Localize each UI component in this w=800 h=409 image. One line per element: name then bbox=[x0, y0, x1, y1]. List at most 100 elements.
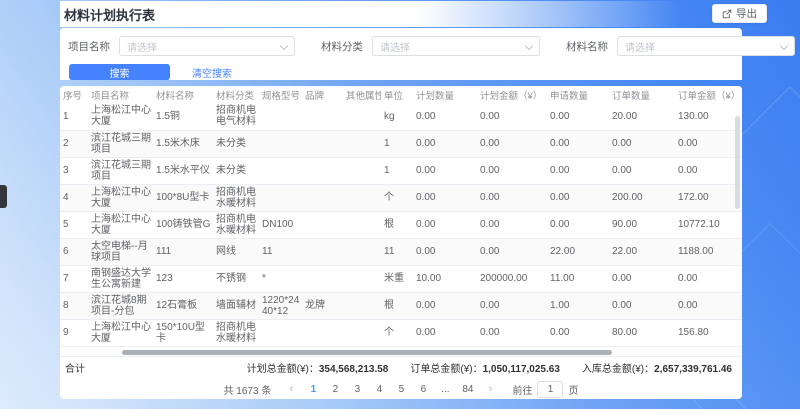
table-cell: kg bbox=[381, 103, 413, 130]
table-cell: 123 bbox=[153, 265, 213, 292]
column-header: 规格型号 bbox=[259, 86, 302, 103]
filter-label: 项目名称 bbox=[68, 39, 110, 54]
chevron-right-icon[interactable]: › bbox=[482, 381, 498, 397]
search-button[interactable]: 搜索 bbox=[69, 64, 170, 80]
table-cell: 墙面辅材 bbox=[213, 292, 259, 319]
table-cell: 0.00 bbox=[547, 103, 609, 130]
filter-label: 材料分类 bbox=[321, 39, 363, 54]
table-row: 2滨江花城三期项目1.5米木床未分类10.000.000.000.000.00 bbox=[60, 130, 742, 157]
table-cell: 0.00 bbox=[413, 157, 477, 184]
pagination-total: 共 1673 条 bbox=[224, 382, 272, 397]
table-cell bbox=[343, 211, 381, 238]
filter-actions: 搜索 清空搜索 bbox=[68, 64, 734, 80]
table-cell: 10772.10 bbox=[675, 211, 742, 238]
column-header: 申请数量 bbox=[547, 86, 609, 103]
table-cell: 0.00 bbox=[675, 157, 742, 184]
goto-page-input[interactable] bbox=[537, 381, 563, 398]
table-cell: 0.00 bbox=[675, 265, 742, 292]
table-cell: 0.00 bbox=[413, 319, 477, 346]
table-cell bbox=[259, 130, 302, 157]
goto-page-suffix: 页 bbox=[568, 382, 578, 397]
table-cell: 个 bbox=[381, 184, 413, 211]
table-cell: 龙牌 bbox=[302, 292, 343, 319]
table-header-row: 序号项目名称材料名称材料分类规格型号品牌其他属性单位计划数量计划金额（¥）申请数… bbox=[60, 86, 742, 103]
page-number-4[interactable]: 4 bbox=[371, 381, 387, 397]
page-number-2[interactable]: 2 bbox=[327, 381, 343, 397]
table-cell: 0.00 bbox=[609, 292, 675, 319]
table-row: 3滨江花城三期项目1.5米水平仪未分类10.000.000.000.000.00 bbox=[60, 157, 742, 184]
data-table-panel: 序号项目名称材料名称材料分类规格型号品牌其他属性单位计划数量计划金额（¥）申请数… bbox=[60, 86, 742, 399]
table-cell: 1.5铜 bbox=[153, 103, 213, 130]
table-cell bbox=[302, 184, 343, 211]
table-cell: 22.00 bbox=[547, 238, 609, 265]
table-cell: 0.00 bbox=[413, 184, 477, 211]
column-header: 其他属性 bbox=[343, 86, 381, 103]
table-cell: 0.00 bbox=[477, 292, 547, 319]
table-cell bbox=[302, 319, 343, 346]
table-cell: 11 bbox=[381, 238, 413, 265]
table-cell bbox=[343, 238, 381, 265]
table-cell: 200.00 bbox=[609, 184, 675, 211]
table-row: 6太空电梯--月球项目111网线11110.000.0022.0022.0011… bbox=[60, 238, 742, 265]
filter-select-2[interactable]: 请选择 bbox=[372, 36, 540, 56]
table-cell: 156.80 bbox=[675, 319, 742, 346]
table-cell: 0.00 bbox=[547, 184, 609, 211]
table-cell: 0.00 bbox=[547, 130, 609, 157]
page-number-3[interactable]: 3 bbox=[349, 381, 365, 397]
table-cell: 0.00 bbox=[547, 211, 609, 238]
table-cell bbox=[302, 265, 343, 292]
table-cell: 6 bbox=[60, 238, 88, 265]
table-cell bbox=[343, 103, 381, 130]
table-cell: 20.00 bbox=[609, 103, 675, 130]
table-cell: 滨江花城三期项目 bbox=[88, 130, 153, 157]
column-header: 计划数量 bbox=[413, 86, 477, 103]
table-cell: 根 bbox=[381, 292, 413, 319]
table-cell: 0.00 bbox=[477, 157, 547, 184]
table-cell bbox=[302, 130, 343, 157]
table-cell: 1188.00 bbox=[675, 238, 742, 265]
table-cell: 0.00 bbox=[413, 130, 477, 157]
table-row: 9上海松江中心大厦150*10U型卡招商机电 水暖材料个0.000.000.00… bbox=[60, 319, 742, 346]
summary-total-item: 订单总金额(¥)：1,050,117,025.63 bbox=[410, 360, 560, 375]
table-cell: 200000.00 bbox=[477, 265, 547, 292]
table-cell: 招商机电 水暖材料 bbox=[213, 319, 259, 346]
summary-row: 合计 计划总金额(¥)：354,568,213.58订单总金额(¥)：1,050… bbox=[60, 356, 742, 377]
total-label: 入库总金额(¥)： bbox=[582, 364, 654, 375]
page-number-list: 123456...84 bbox=[305, 381, 476, 397]
column-header: 品牌 bbox=[302, 86, 343, 103]
table-cell bbox=[343, 157, 381, 184]
filter-select-3[interactable]: 请选择 bbox=[617, 36, 795, 56]
table-cell: DN100 bbox=[259, 211, 302, 238]
total-value: 354,568,213.58 bbox=[319, 364, 389, 375]
page-number-6[interactable]: 6 bbox=[415, 381, 431, 397]
table-row: 5上海松江中心大厦100铸铁管G招商机电 水暖材料DN100根0.000.000… bbox=[60, 211, 742, 238]
vertical-scrollbar[interactable] bbox=[735, 116, 740, 209]
table-cell: 1 bbox=[381, 157, 413, 184]
clear-search-link[interactable]: 清空搜索 bbox=[192, 65, 232, 80]
table-cell: 滨江花城三期项目 bbox=[88, 157, 153, 184]
table-cell: 0.00 bbox=[675, 130, 742, 157]
horizontal-scrollbar[interactable] bbox=[122, 350, 612, 355]
table-cell: 0.00 bbox=[413, 292, 477, 319]
summary-totals: 计划总金额(¥)：354,568,213.58订单总金额(¥)：1,050,11… bbox=[247, 360, 732, 375]
filter-select-1[interactable]: 请选择 bbox=[119, 36, 295, 56]
export-button[interactable]: 导出 bbox=[712, 4, 767, 23]
select-placeholder: 请选择 bbox=[127, 39, 157, 54]
page-number-1[interactable]: 1 bbox=[305, 381, 321, 397]
table-cell: 不锈钢 bbox=[213, 265, 259, 292]
column-header: 项目名称 bbox=[88, 86, 153, 103]
title-bar: 材料计划执行表 bbox=[60, 1, 800, 27]
page-number-84[interactable]: 84 bbox=[459, 381, 476, 397]
page-number-5[interactable]: 5 bbox=[393, 381, 409, 397]
table-cell: 4 bbox=[60, 184, 88, 211]
table-cell: 1.5米木床 bbox=[153, 130, 213, 157]
table-cell: 8 bbox=[60, 292, 88, 319]
table-cell: 130.00 bbox=[675, 103, 742, 130]
chevron-left-icon[interactable]: ‹ bbox=[283, 381, 299, 397]
table-cell: 80.00 bbox=[609, 319, 675, 346]
table-cell: 0.00 bbox=[413, 211, 477, 238]
sidebar-collapse-handle[interactable] bbox=[0, 185, 7, 208]
table-row: 4上海松江中心大厦100*8U型卡招商机电 水暖材料个0.000.000.002… bbox=[60, 184, 742, 211]
chevron-down-icon bbox=[780, 42, 788, 50]
filter-label: 材料名称 bbox=[566, 39, 608, 54]
